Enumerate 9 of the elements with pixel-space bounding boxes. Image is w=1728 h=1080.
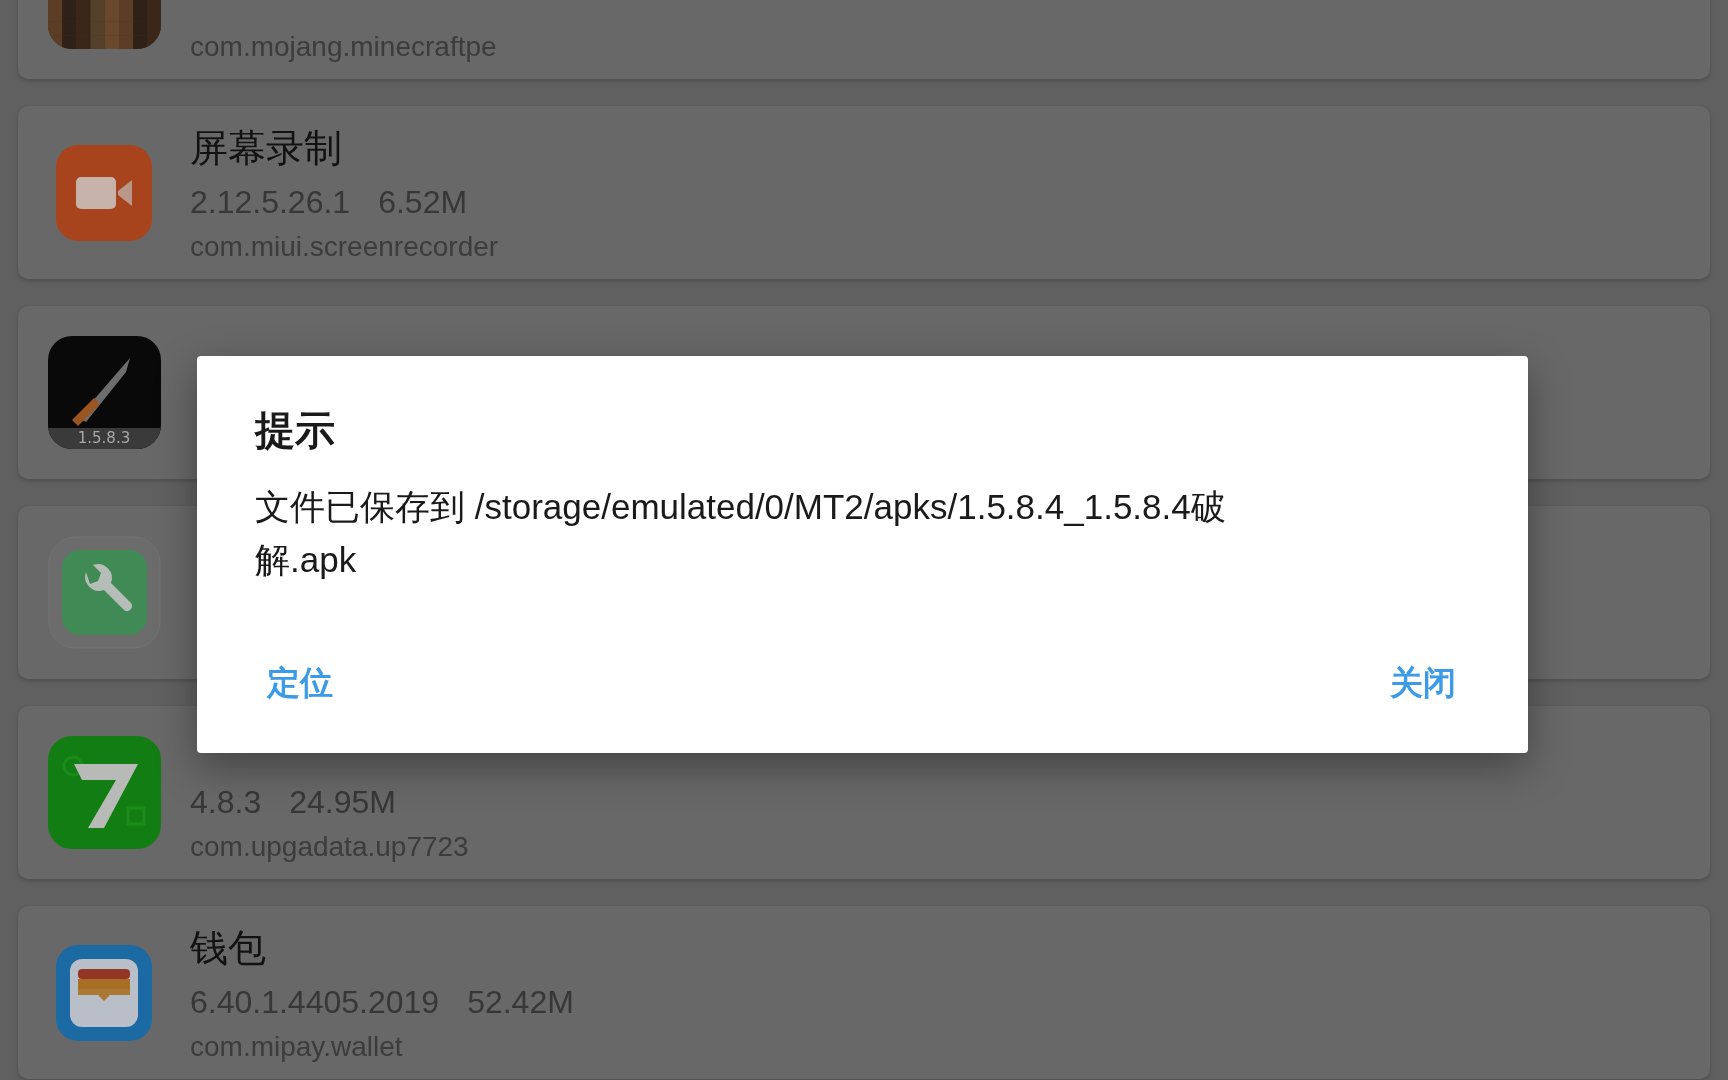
icon-label: 1.5.8.3	[76, 429, 132, 447]
video-camera-icon	[56, 144, 152, 241]
wrench-icon	[47, 536, 161, 649]
dialog-message: 文件已保存到 /storage/emulated/0/MT2/apks/1.5.8.4_1.5.8.4破解.apk	[255, 486, 1227, 581]
wallet-icon	[56, 944, 152, 1041]
app-name: 屏幕录制	[190, 126, 342, 171]
app-name: 钱包	[190, 926, 266, 971]
dialog-title: 提示	[255, 407, 335, 454]
seven-logo-icon	[47, 736, 161, 849]
